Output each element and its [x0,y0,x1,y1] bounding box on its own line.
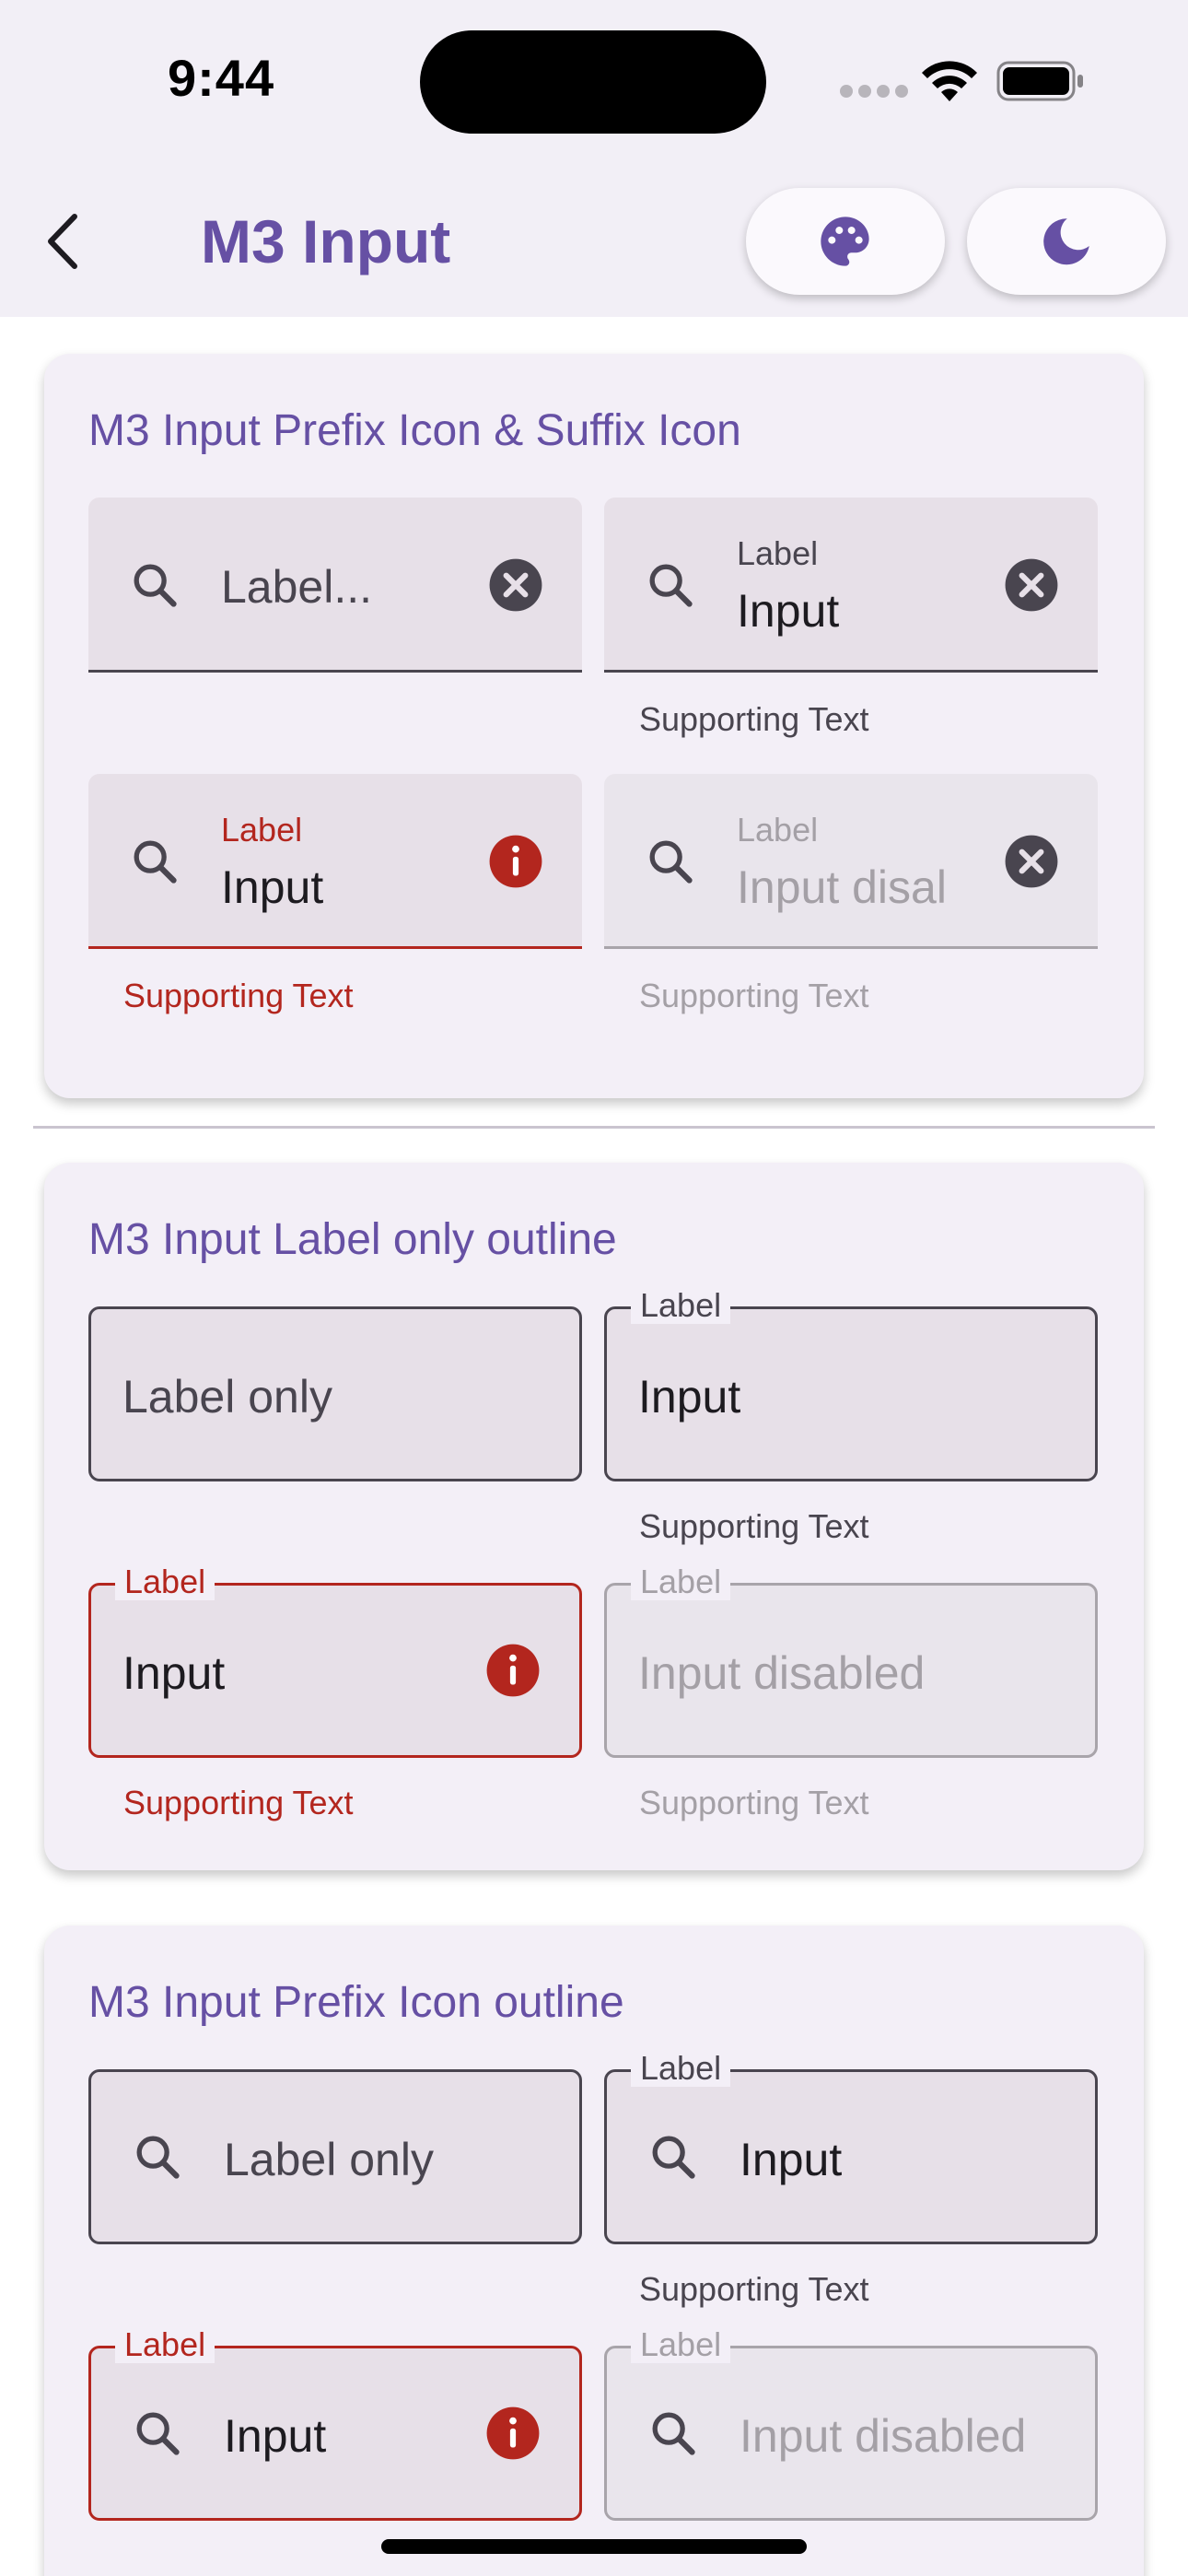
field-placeholder: Label... [221,561,373,613]
section-title: M3 Input Label only outline [88,1215,617,1264]
moon-icon [1043,218,1089,265]
dynamic-island [420,30,766,134]
text-field[interactable]: Label Input [604,498,1098,673]
chevron-left-icon [48,214,77,269]
text-field-disabled: Label Input disabled [604,2326,1098,2521]
supporting-text: Supporting Text [639,977,869,1014]
search-icon [644,2404,703,2463]
home-indicator[interactable] [381,2539,807,2554]
field-value: Input [740,2134,843,2185]
field-label: Label [737,534,819,572]
card-label-only-outline: M3 Input Label only outline Label only L… [44,1163,1144,1870]
status-time: 9:44 [168,49,275,107]
section-title: M3 Input Prefix Icon outline [88,1978,624,2027]
section-divider [33,1126,1155,1129]
supporting-text: Supporting Text [639,700,869,738]
wifi-icon [919,57,980,107]
field-label: Label [631,1563,731,1600]
back-button[interactable] [20,199,105,284]
field-label: Label [115,1563,215,1600]
clear-icon [1002,832,1061,891]
field-placeholder: Label only [224,2134,434,2185]
clear-icon[interactable] [486,556,545,615]
field-label: Label [737,811,819,849]
supporting-text: Supporting Text [639,2270,869,2308]
field-value: Input disabled [638,1647,926,1699]
field-label: Label [631,2326,731,2363]
search-icon [125,832,184,891]
error-info-icon [483,2404,542,2463]
theme-palette-button[interactable] [746,188,945,295]
text-field-disabled: Label Input disal [604,774,1098,949]
text-field[interactable]: Label Input [88,1563,582,1758]
search-icon [125,556,184,615]
field-value: Input [737,585,840,637]
error-info-icon [486,832,545,891]
supporting-text: Supporting Text [123,1784,354,1821]
status-bar: 9:44 [0,0,1188,166]
search-icon [644,2127,703,2186]
card-prefix-icon-outline: M3 Input Prefix Icon outline Label only … [44,1926,1144,2576]
text-field[interactable]: Label Input [88,774,582,949]
page-title: M3 Input [201,207,451,275]
field-value: Input [224,2410,327,2462]
text-field[interactable]: Label Input [604,2050,1098,2244]
text-field[interactable]: Label... [88,498,582,673]
section-title: M3 Input Prefix Icon & Suffix Icon [88,406,741,455]
scroll-content[interactable]: M3 Input Prefix Icon & Suffix Icon Label… [0,317,1188,2576]
field-placeholder: Label only [122,1371,332,1423]
cellular-signal-icon [840,85,908,98]
field-label: Label [631,2050,731,2087]
text-field[interactable]: Label only [88,1306,582,1481]
field-value: Input disabled [740,2410,1027,2462]
text-field[interactable]: Label only [88,2069,582,2244]
field-value: Input disal [737,861,947,913]
field-label: Label [631,1287,731,1324]
field-label: Label [115,2326,215,2363]
supporting-text: Supporting Text [123,977,354,1014]
supporting-text: Supporting Text [639,1784,869,1821]
error-info-icon [483,1641,542,1700]
card-prefix-suffix-icon: M3 Input Prefix Icon & Suffix Icon Label… [44,354,1144,1098]
search-icon [128,2127,187,2186]
screen: 9:44 M3 Input M3 Input Prefix Icon & Suf… [0,0,1188,2576]
field-value: Input [122,1647,226,1699]
clear-icon[interactable] [1002,556,1061,615]
app-bar: M3 Input [0,166,1188,317]
dark-mode-button[interactable] [967,188,1166,295]
text-field-disabled: Label Input disabled [604,1563,1098,1758]
search-icon [128,2404,187,2463]
battery-icon [996,61,1085,105]
supporting-text: Supporting Text [639,1507,869,1545]
palette-icon [821,217,869,266]
text-field[interactable]: Label Input [88,2326,582,2521]
text-field[interactable]: Label Input [604,1287,1098,1481]
field-label: Label [221,811,303,849]
search-icon [641,556,700,615]
field-value: Input [221,861,324,913]
field-value: Input [638,1371,741,1423]
search-icon [641,832,700,891]
